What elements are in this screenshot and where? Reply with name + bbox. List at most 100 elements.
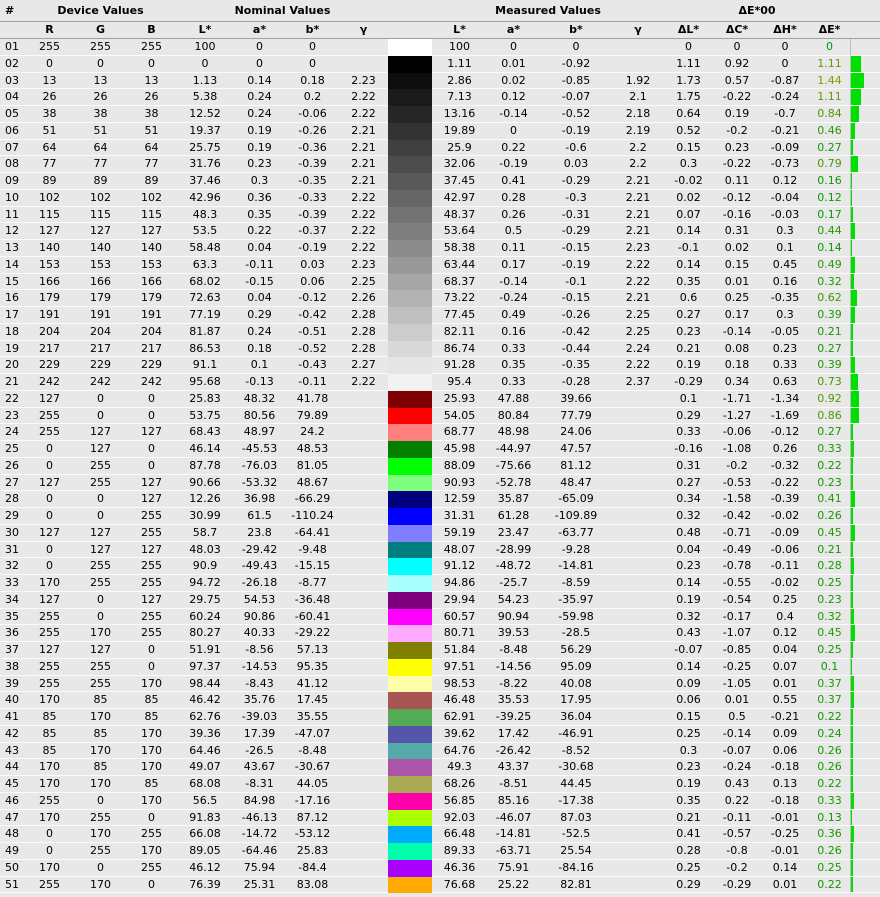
table-row: 51 255 170 0 76.39 25.31 83.08 76.68 25.… <box>0 877 880 894</box>
measured-b-value: 95.09 <box>540 659 612 676</box>
measured-l-value: 58.38 <box>432 240 487 257</box>
delta-e-bar <box>851 475 853 491</box>
delta-l-value: 0.27 <box>664 475 713 492</box>
measured-a-value: 39.53 <box>487 625 540 642</box>
nominal-l-value: 46.42 <box>177 692 233 709</box>
color-swatch <box>388 542 432 559</box>
measured-gamma-value: 2.21 <box>612 190 664 207</box>
nominal-l-value: 19.37 <box>177 123 233 140</box>
nominal-b-value: 0 <box>286 56 339 73</box>
nominal-b-value: -60.41 <box>286 609 339 626</box>
measured-gamma-value <box>612 776 664 793</box>
table-row: 49 0 255 170 89.05 -64.46 25.83 89.33 -6… <box>0 843 880 860</box>
device-g-value: 51 <box>75 123 126 140</box>
nominal-gamma-value <box>339 709 388 726</box>
measured-b-value: 87.03 <box>540 810 612 827</box>
row-number: 11 <box>0 207 24 224</box>
delta-h-value: 0.01 <box>761 877 809 894</box>
delta-e-bar <box>851 575 853 591</box>
nominal-l-value: 68.43 <box>177 424 233 441</box>
nominal-gamma-value <box>339 39 388 56</box>
delta-l-value: 0.3 <box>664 743 713 760</box>
measured-b-value: -84.16 <box>540 860 612 877</box>
measured-gamma-value <box>612 692 664 709</box>
nominal-b-value: -8.77 <box>286 575 339 592</box>
measured-gamma-value <box>612 458 664 475</box>
delta-c-value: -0.29 <box>713 877 761 894</box>
nominal-a-value: 0.3 <box>233 173 286 190</box>
delta-c-value: -0.07 <box>713 743 761 760</box>
measured-b-value: -63.77 <box>540 525 612 542</box>
delta-c-value: -0.2 <box>713 860 761 877</box>
delta-l-value: 0.02 <box>664 190 713 207</box>
delta-e-value: 0.32 <box>809 609 850 626</box>
nominal-l-value: 49.07 <box>177 759 233 776</box>
device-b-value: 85 <box>126 692 177 709</box>
nominal-l-value: 58.7 <box>177 525 233 542</box>
delta-e-bar-cell <box>850 207 880 224</box>
delta-e-bar-cell <box>850 307 880 324</box>
device-g-value: 153 <box>75 257 126 274</box>
measured-l-value: 46.48 <box>432 692 487 709</box>
delta-e-value: 0.44 <box>809 223 850 240</box>
delta-e-bar <box>851 491 855 507</box>
measured-a-value: 85.16 <box>487 793 540 810</box>
device-r-value: 85 <box>24 743 75 760</box>
delta-c-value: -0.57 <box>713 826 761 843</box>
color-swatch <box>388 424 432 441</box>
measured-gamma-value: 2.2 <box>612 140 664 157</box>
device-r-value: 255 <box>24 659 75 676</box>
delta-c-value: -0.24 <box>713 759 761 776</box>
delta-e-value: 0.23 <box>809 592 850 609</box>
device-b-value: 0 <box>126 441 177 458</box>
color-swatch <box>388 290 432 307</box>
row-number: 30 <box>0 525 24 542</box>
delta-c-value: -0.71 <box>713 525 761 542</box>
measured-a-value: 0 <box>487 123 540 140</box>
color-swatch <box>388 408 432 425</box>
nominal-l-value: 77.19 <box>177 307 233 324</box>
delta-h-value: -0.02 <box>761 508 809 525</box>
delta-e-bar-cell <box>850 726 880 743</box>
nominal-a-value: 0.24 <box>233 89 286 106</box>
measured-gamma-value <box>612 759 664 776</box>
nominal-gamma-value <box>339 793 388 810</box>
nominal-l-value: 0 <box>177 56 233 73</box>
nominal-b-value: 0.06 <box>286 274 339 291</box>
row-number: 12 <box>0 223 24 240</box>
delta-c-value: -0.53 <box>713 475 761 492</box>
device-r-value: 179 <box>24 290 75 307</box>
delta-l-value: 0.25 <box>664 726 713 743</box>
device-g-value: 255 <box>75 843 126 860</box>
nominal-b-value: 35.55 <box>286 709 339 726</box>
measured-b-value: -0.31 <box>540 207 612 224</box>
measured-l-value: 73.22 <box>432 290 487 307</box>
delta-e-bar <box>851 558 854 574</box>
delta-l-value: 0.25 <box>664 860 713 877</box>
row-number: 50 <box>0 860 24 877</box>
device-b-value: 127 <box>126 542 177 559</box>
nominal-l-value: 37.46 <box>177 173 233 190</box>
color-swatch <box>388 156 432 173</box>
delta-e-value: 0.26 <box>809 843 850 860</box>
delta-e-bar-cell <box>850 491 880 508</box>
nominal-gamma-value: 2.23 <box>339 73 388 90</box>
color-swatch <box>388 374 432 391</box>
device-b-value: 0 <box>126 56 177 73</box>
delta-e-value: 0.12 <box>809 190 850 207</box>
delta-h-value: -0.09 <box>761 140 809 157</box>
measured-l-value: 76.68 <box>432 877 487 894</box>
nominal-l-value: 46.12 <box>177 860 233 877</box>
row-number: 48 <box>0 826 24 843</box>
delta-c-value: 0.31 <box>713 223 761 240</box>
delta-e-value: 0.27 <box>809 140 850 157</box>
delta-h-value: -0.04 <box>761 190 809 207</box>
delta-h-value: 0.45 <box>761 257 809 274</box>
device-r-value: 255 <box>24 793 75 810</box>
nominal-gamma-value <box>339 609 388 626</box>
nominal-l-value: 98.44 <box>177 676 233 693</box>
nominal-l-value: 25.75 <box>177 140 233 157</box>
color-swatch <box>388 307 432 324</box>
delta-e-bar <box>851 56 861 72</box>
nominal-l-value: 66.08 <box>177 826 233 843</box>
